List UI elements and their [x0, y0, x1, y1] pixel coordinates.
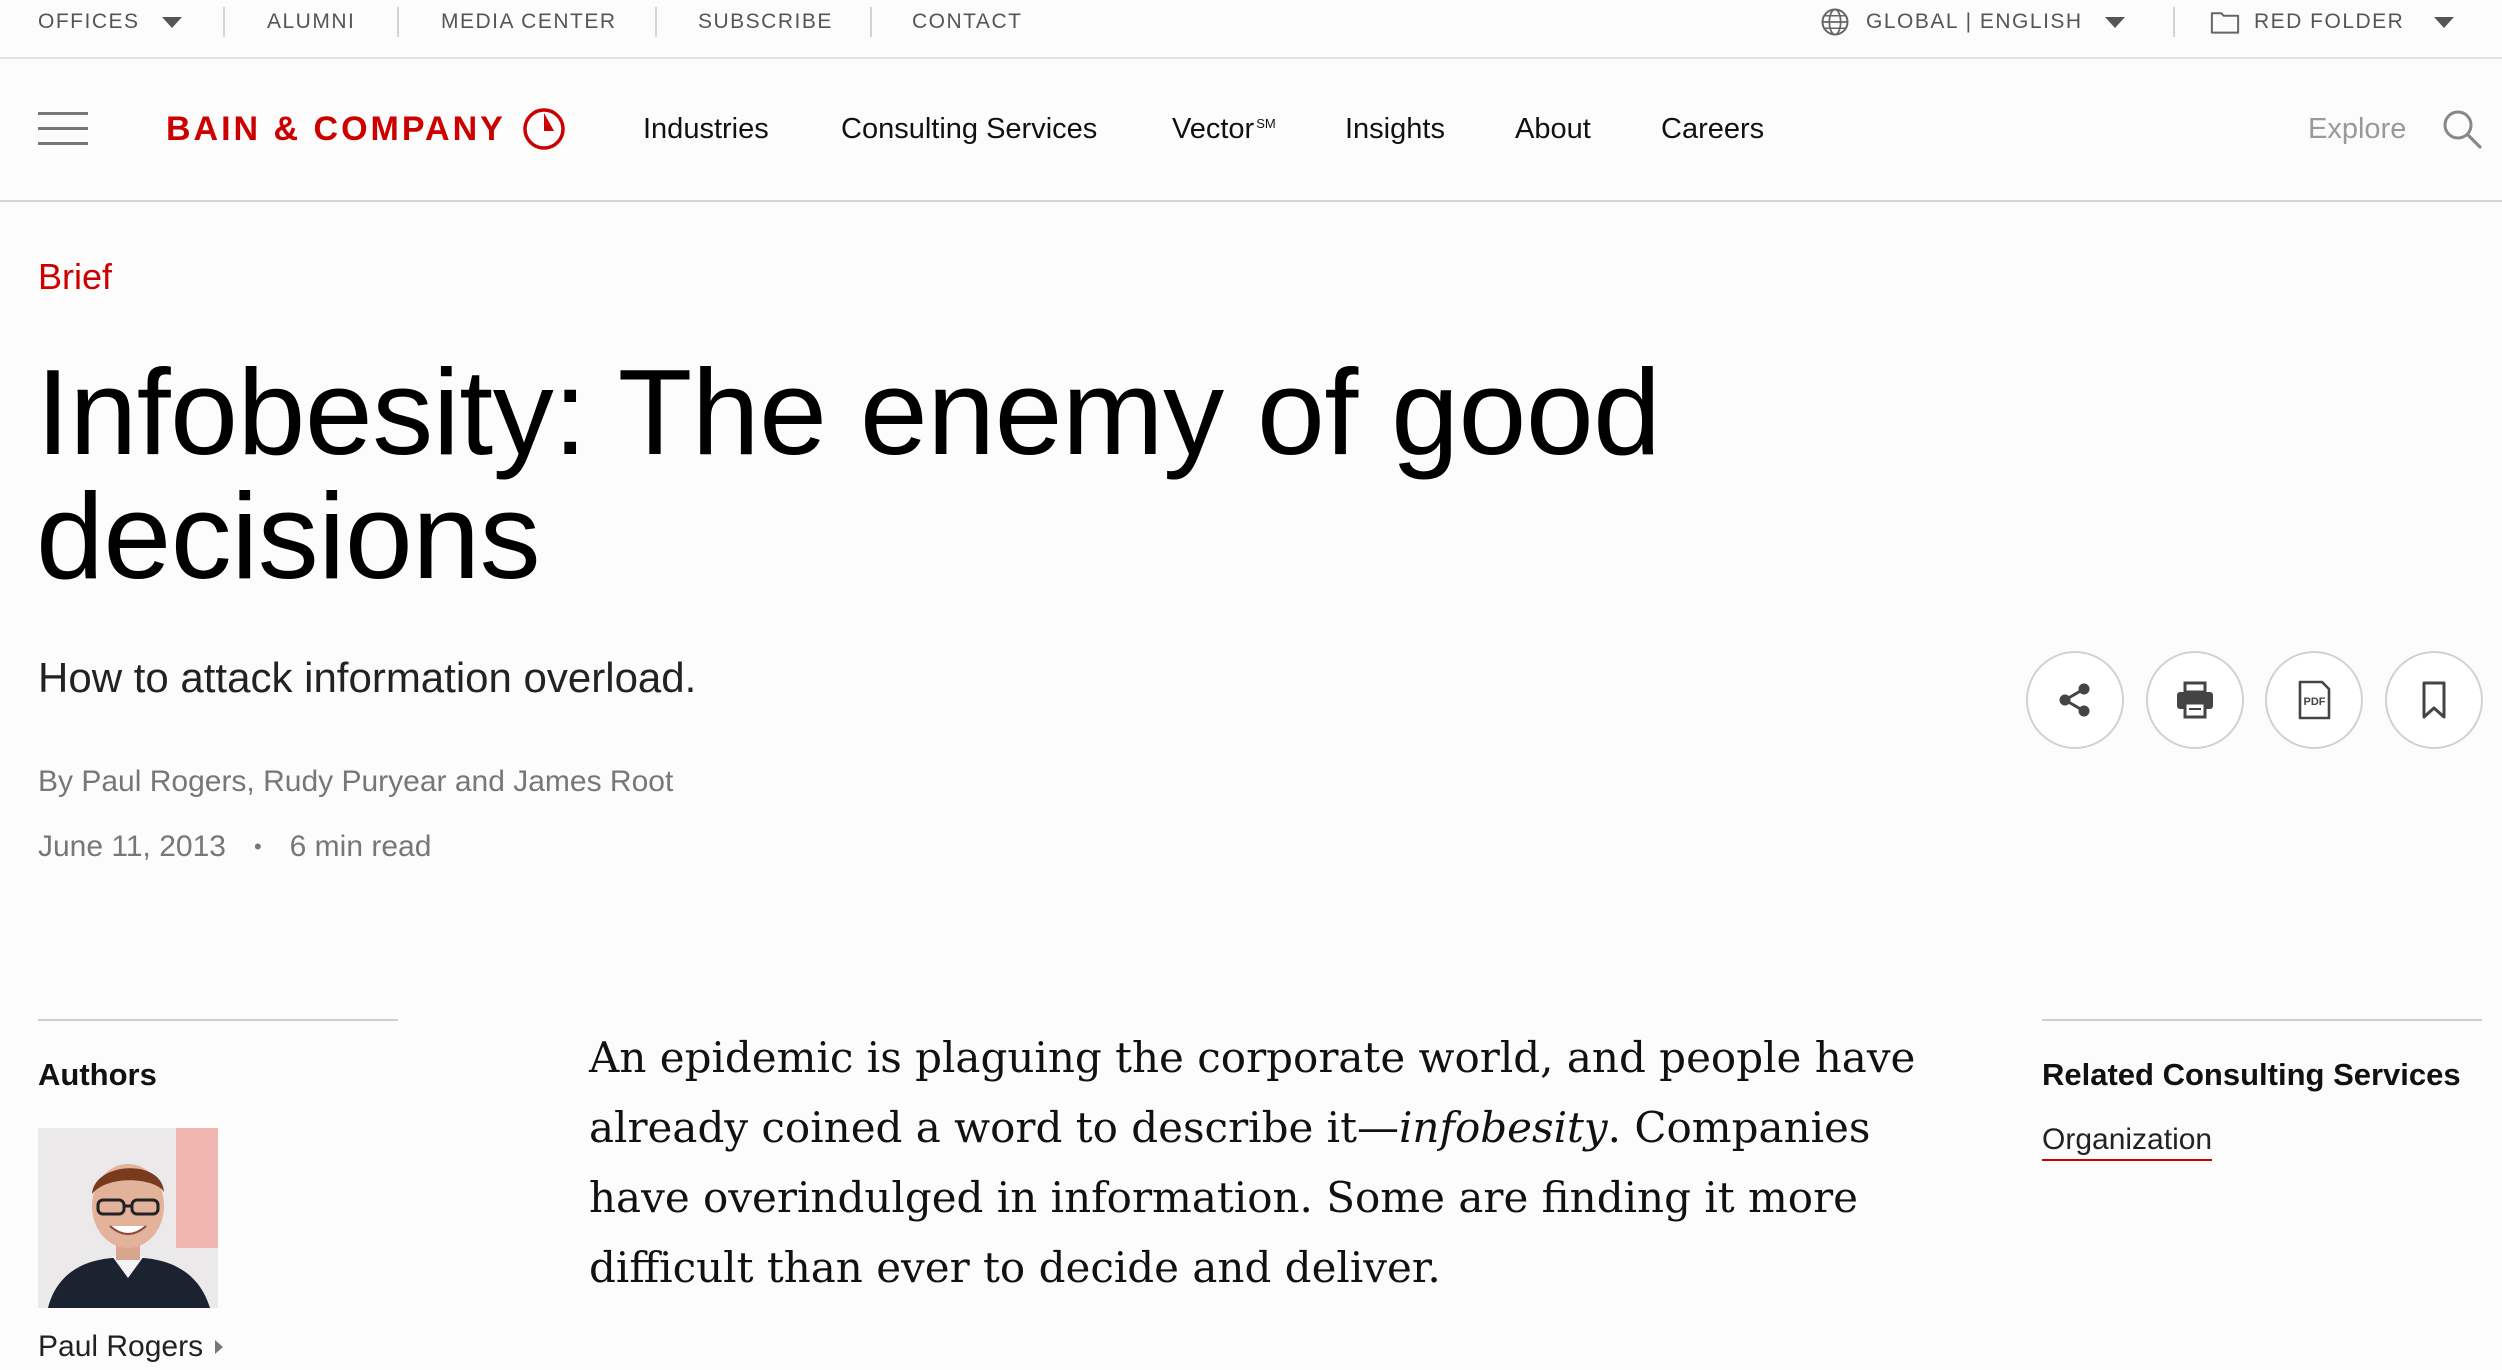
- bookmark-button[interactable]: [2385, 651, 2483, 749]
- offices-label: OFFICES: [38, 10, 140, 33]
- red-folder-dropdown[interactable]: RED FOLDER: [2210, 0, 2455, 44]
- nav-industries[interactable]: Industries: [643, 107, 769, 151]
- publish-date: June 11, 2013: [38, 830, 226, 863]
- contact-link[interactable]: CONTACT: [912, 0, 1022, 44]
- menu-icon[interactable]: [38, 112, 88, 146]
- author-photo[interactable]: [38, 1128, 218, 1308]
- bookmark-icon: [2422, 681, 2446, 719]
- pdf-icon-label: PDF: [2304, 696, 2326, 708]
- divider: [655, 7, 657, 37]
- chevron-down-icon: [161, 16, 182, 28]
- subscribe-link[interactable]: SUBSCRIBE: [698, 0, 833, 44]
- byline: By Paul Rogers, Rudy Puryear and James R…: [38, 765, 674, 798]
- pdf-icon: PDF: [2298, 680, 2331, 720]
- nav-vector-label: Vector: [1172, 112, 1255, 145]
- logo-text: BAIN & COMPANY: [166, 109, 506, 148]
- folder-icon: [2210, 12, 2240, 34]
- explore-search-trigger[interactable]: Explore: [2308, 107, 2406, 151]
- meta-separator: •: [253, 834, 262, 859]
- divider: [2042, 1019, 2482, 1021]
- article-type-label[interactable]: Brief: [38, 256, 112, 298]
- bain-logo[interactable]: BAIN & COMPANY: [166, 105, 566, 153]
- body-term: infobesity: [1398, 1103, 1608, 1152]
- divider: [397, 7, 399, 37]
- author-link[interactable]: Paul Rogers: [38, 1330, 224, 1364]
- nav-about[interactable]: About: [1515, 107, 1591, 151]
- offices-dropdown[interactable]: OFFICES: [38, 0, 182, 44]
- authors-heading: Authors: [38, 1057, 157, 1092]
- region-selector[interactable]: GLOBAL | ENGLISH: [1820, 0, 2125, 44]
- globe-icon: [1821, 8, 1849, 36]
- divider: [2173, 7, 2175, 37]
- share-button[interactable]: [2026, 651, 2124, 749]
- nav-consulting-services[interactable]: Consulting Services: [841, 107, 1097, 151]
- nav-insights[interactable]: Insights: [1345, 107, 1445, 151]
- nav-careers[interactable]: Careers: [1661, 107, 1764, 151]
- divider: [870, 7, 872, 37]
- related-service-link[interactable]: Organization: [2042, 1123, 2213, 1161]
- divider: [38, 1019, 398, 1021]
- chevron-down-icon: [2104, 16, 2125, 28]
- media-center-link[interactable]: MEDIA CENTER: [441, 0, 617, 44]
- print-icon: [2177, 681, 2213, 719]
- service-mark: SM: [1256, 115, 1276, 131]
- avatar: [38, 1128, 218, 1308]
- chevron-down-icon: [2434, 16, 2455, 28]
- utility-bar: OFFICES ALUMNI MEDIA CENTER SUBSCRIBE CO…: [0, 0, 2502, 59]
- print-button[interactable]: [2146, 651, 2244, 749]
- share-icon: [2059, 683, 2090, 717]
- article-body-paragraph: An epidemic is plaguing the corporate wo…: [589, 1023, 1979, 1303]
- related-services-heading: Related Consulting Services: [2042, 1057, 2461, 1092]
- read-time: 6 min read: [289, 830, 432, 863]
- region-label: GLOBAL | ENGLISH: [1866, 10, 2083, 33]
- red-folder-label: RED FOLDER: [2254, 10, 2405, 33]
- search-icon[interactable]: [2440, 107, 2484, 151]
- pdf-button[interactable]: PDF: [2265, 651, 2363, 749]
- alumni-link[interactable]: ALUMNI: [267, 0, 355, 44]
- caret-right-icon: [215, 1340, 224, 1354]
- author-name: Paul Rogers: [38, 1330, 204, 1363]
- main-nav: BAIN & COMPANY Industries Consulting Ser…: [0, 59, 2502, 202]
- article-subtitle: How to attack information overload.: [38, 654, 697, 701]
- logo-mark-icon: [523, 108, 565, 150]
- nav-vector[interactable]: Vector SM: [1172, 107, 1276, 151]
- divider: [223, 7, 225, 37]
- page-title: Infobesity: The enemy of good decisions: [36, 344, 1661, 604]
- article-meta: June 11, 2013 • 6 min read: [38, 830, 431, 864]
